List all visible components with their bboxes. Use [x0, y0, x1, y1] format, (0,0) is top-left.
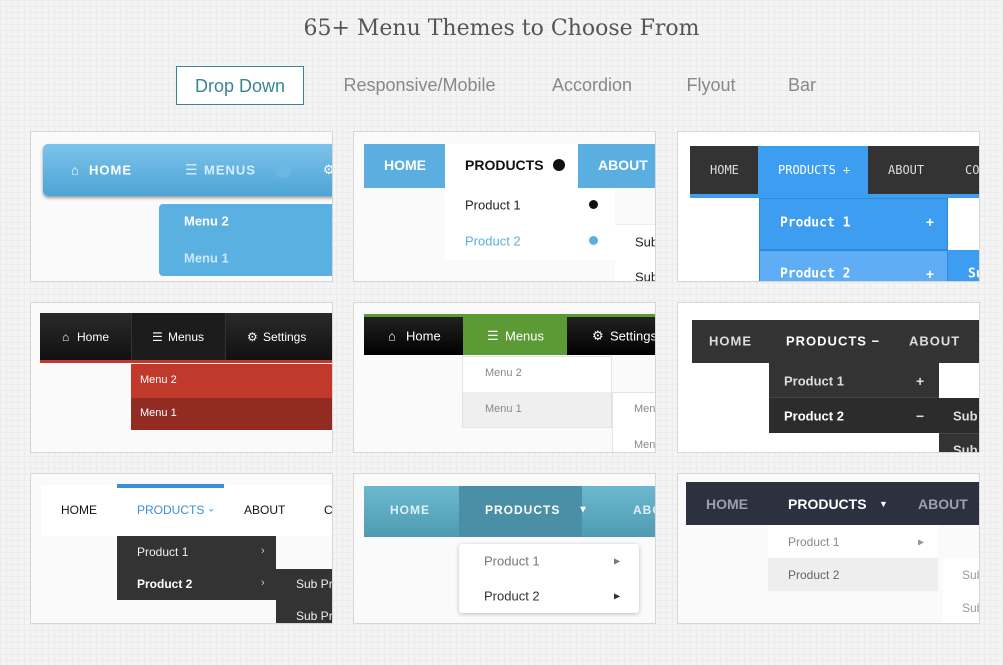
nav-home[interactable]: HOME [384, 157, 426, 173]
gear-icon: ⚙ [323, 162, 332, 178]
menu-icon: ☰ [487, 328, 499, 343]
submenu-item[interactable]: Product 1 [137, 545, 188, 559]
nav-products[interactable]: PRODUCTS [485, 503, 560, 517]
theme-card-8[interactable]: HOME PRODUCTS ▼ ABO Product 1 ▶ Product … [353, 473, 656, 624]
submenu-item[interactable]: Product 1 [780, 216, 850, 231]
caret-right-icon: ▶ [614, 591, 621, 601]
nav-about[interactable]: ABO [633, 503, 655, 517]
chevron-right-icon: › [261, 577, 265, 589]
subsubmenu-item[interactable]: Sub [635, 270, 655, 282]
subsubmenu-item[interactable]: Sub Pr [296, 609, 332, 623]
tab-accordion[interactable]: Accordion [540, 66, 644, 105]
subsubmenu-item[interactable]: Sub [962, 568, 979, 582]
nav-home[interactable]: HOME [89, 163, 132, 178]
subsubmenu-item[interactable]: Men [634, 439, 655, 451]
nav-contact[interactable]: CO [965, 163, 979, 177]
nav-home[interactable]: HOME [710, 163, 739, 177]
gear-icon: ⚙ [247, 330, 258, 344]
tab-responsive-mobile[interactable]: Responsive/Mobile [332, 66, 507, 105]
nav-menus[interactable]: MENUS [204, 163, 256, 178]
nav-contact[interactable]: C [324, 503, 332, 517]
submenu-item[interactable]: Menu 1 [140, 407, 177, 419]
nav-menus[interactable]: Menus [168, 330, 204, 344]
nav-about[interactable]: ABOUT [909, 334, 960, 349]
theme-card-7[interactable]: HOME PRODUCTS ⌄ ABOUT C Product 1 › Prod… [30, 473, 333, 624]
subsubmenu-item[interactable]: Sub [953, 409, 978, 424]
theme-card-5[interactable]: ⌂ Home ☰ Menus ⚙ Settings Menu 2 Menu 1 … [353, 302, 656, 453]
minus-icon: − [916, 408, 925, 424]
submenu-item[interactable]: Product 2 [137, 577, 192, 591]
caret-down-icon: ▼ [578, 504, 588, 516]
chevron-right-icon [589, 236, 598, 245]
tab-flyout[interactable]: Flyout [676, 66, 746, 105]
nav-home[interactable]: HOME [709, 334, 752, 349]
nav-home[interactable]: HOME [706, 496, 748, 512]
home-icon: ⌂ [71, 162, 80, 178]
nav-about[interactable]: ABOUT [888, 163, 924, 177]
home-icon: ⌂ [62, 330, 70, 344]
submenu-item[interactable]: Menu 1 [485, 403, 522, 415]
chevron-down-icon: ⌄ [207, 503, 216, 515]
chevron-down-icon [553, 159, 565, 171]
tab-drop-down[interactable]: Drop Down [176, 66, 304, 105]
chevron-right-icon: › [261, 545, 265, 557]
submenu-item[interactable]: Product 2 [465, 234, 521, 249]
submenu-item[interactable]: Product 1 [788, 535, 839, 549]
submenu-item[interactable]: Menu 2 [184, 214, 229, 229]
menu-icon: ☰ [185, 161, 198, 178]
plus-icon: + [926, 267, 934, 282]
chevron-down-icon [275, 162, 291, 178]
nav-settings[interactable]: Settings [610, 329, 655, 344]
submenu-item[interactable]: Menu 2 [485, 367, 522, 379]
home-icon: ⌂ [388, 328, 396, 344]
caret-right-icon: ▶ [614, 556, 621, 566]
subsubmenu-item[interactable]: Su [968, 267, 979, 282]
nav-home[interactable]: Home [77, 330, 109, 344]
page-title: 65+ Menu Themes to Choose From [303, 16, 700, 41]
plus-icon: + [926, 215, 934, 231]
submenu-item[interactable]: Product 2 [780, 267, 850, 282]
theme-card-2[interactable]: HOME PRODUCTS ABOUT Product 1 Product 2 … [353, 131, 656, 282]
subsubmenu-item[interactable]: Sub Pr [296, 577, 332, 591]
submenu-item[interactable]: Product 1 [784, 374, 844, 389]
nav-products[interactable]: PRODUCTS [137, 503, 204, 517]
nav-home[interactable]: HOME [61, 503, 97, 517]
chevron-right-icon [589, 200, 598, 209]
nav-products[interactable]: PRODUCTS − [786, 334, 880, 349]
submenu-item[interactable]: Product 1 [484, 554, 540, 569]
submenu-item[interactable]: Product 1 [465, 198, 521, 213]
submenu-item[interactable]: Menu 2 [140, 374, 177, 386]
nav-home[interactable]: Home [406, 329, 441, 344]
nav-about[interactable]: ABOUT [598, 157, 648, 173]
nav-menus[interactable]: Menus [505, 329, 544, 344]
subsubmenu-item[interactable]: Sub [962, 601, 979, 615]
gear-icon: ⚙ [592, 328, 604, 343]
nav-about[interactable]: ABOUT [244, 503, 285, 517]
tab-bar[interactable]: Bar [780, 66, 824, 105]
caret-down-icon: ▼ [879, 499, 888, 509]
plus-icon: + [916, 373, 925, 389]
submenu-item[interactable]: Product 2 [784, 409, 844, 424]
nav-products[interactable]: PRODUCTS + [778, 163, 850, 177]
theme-card-6[interactable]: HOME PRODUCTS − ABOUT Product 1 + Produc… [677, 302, 980, 453]
nav-home[interactable]: HOME [390, 503, 430, 517]
submenu-item[interactable]: Product 2 [788, 568, 839, 582]
subsubmenu-item[interactable]: Men [634, 403, 655, 415]
theme-card-3[interactable]: HOME PRODUCTS + ABOUT CO Product 1 + Pro… [677, 131, 980, 282]
subsubmenu-item[interactable]: Sub [635, 235, 655, 250]
nav-about[interactable]: ABOUT [918, 496, 968, 512]
menu-icon: ☰ [152, 330, 163, 344]
submenu-item[interactable]: Menu 1 [184, 251, 229, 266]
nav-products[interactable]: PRODUCTS [788, 496, 867, 512]
submenu-item[interactable]: Product 2 [484, 589, 540, 604]
theme-card-1[interactable]: ⌂ HOME ☰ MENUS ⚙ Menu 2 Menu 1 [30, 131, 333, 282]
nav-settings[interactable]: Settings [263, 330, 306, 344]
caret-right-icon: ▶ [918, 537, 925, 547]
subsubmenu-item[interactable]: Sub [953, 443, 978, 453]
theme-card-9[interactable]: HOME PRODUCTS ▼ ABOUT Product 1 ▶ Produc… [677, 473, 980, 624]
theme-card-4[interactable]: ⌂ Home ☰ Menus ⚙ Settings Menu 2 Menu 1 [30, 302, 333, 453]
nav-products[interactable]: PRODUCTS [465, 157, 544, 173]
